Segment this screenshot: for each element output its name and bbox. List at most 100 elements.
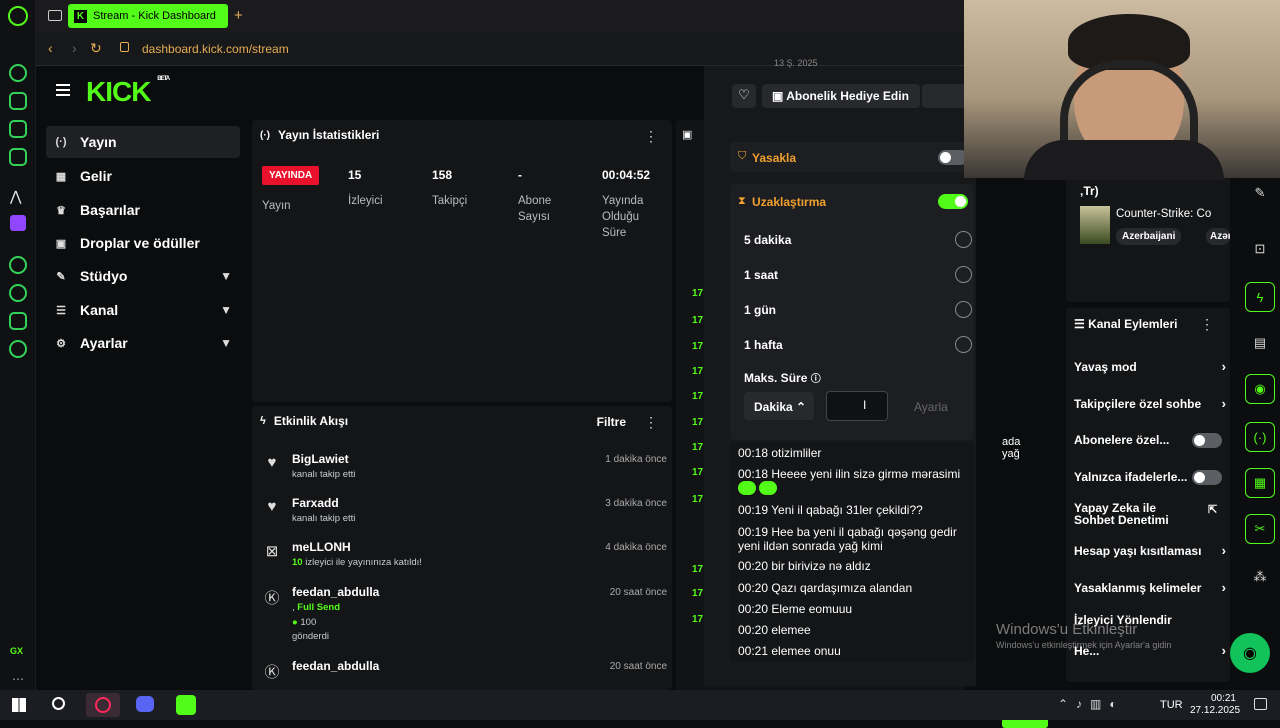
set-button[interactable]: Ayarla [914, 400, 948, 414]
extra-button[interactable] [922, 84, 968, 108]
filter-button[interactable]: Filtre [597, 415, 626, 429]
tab-kick-dashboard[interactable]: K Stream - Kick Dashboard [68, 4, 228, 28]
background-timestamp: 17 [692, 417, 704, 428]
edit-icon[interactable]: ✎ [1245, 178, 1275, 208]
reload-icon[interactable]: ↻ [90, 40, 102, 57]
kick-side-icon[interactable]: ⋀ [10, 188, 21, 205]
subs-label: Abone Sayısı [518, 195, 552, 223]
more-options-icon[interactable]: ⋮ [1200, 316, 1214, 333]
shield-icon: ⛉ [738, 150, 747, 162]
action-banned-words[interactable]: Yasaklanmış kelimeler › [1074, 580, 1226, 595]
address-bar: ‹ › ↻ dashboard.kick.com/stream [36, 32, 966, 66]
action-slow-mode[interactable]: Yavaş mod › [1074, 359, 1226, 374]
duration-option[interactable]: 1 gün [744, 303, 776, 317]
subs-value: - [518, 168, 522, 182]
screenshot-icon[interactable]: ⊡ [1245, 234, 1275, 264]
discord-icon[interactable] [136, 696, 154, 712]
twitch-like-icon[interactable] [9, 120, 27, 138]
windows-start-icon[interactable] [12, 698, 26, 712]
notification-icon[interactable] [1254, 698, 1267, 710]
duration-input[interactable]: I [826, 391, 888, 421]
notes-icon[interactable]: ▤ [1245, 328, 1275, 358]
broadcast-icon[interactable]: (·) [1245, 422, 1275, 452]
action-subs-only[interactable]: Abonelere özel... [1074, 433, 1224, 448]
sidebar-item-kanal[interactable]: ☰ Kanal ▼ [46, 294, 240, 326]
opera-logo-icon[interactable] [8, 6, 28, 26]
radio-button[interactable] [955, 231, 972, 248]
sidebar-item-droplar[interactable]: ▣ Droplar ve ödüller [46, 227, 240, 259]
activity-user[interactable]: feedan_abdulla [292, 585, 379, 599]
speed-dial-icon[interactable] [9, 64, 27, 82]
timeout-toggle[interactable] [938, 194, 968, 209]
radio-button[interactable] [955, 266, 972, 283]
sidebar-item-basarilar[interactable]: ♛ Başarılar [46, 194, 240, 226]
sidebar-item-label: Kanal [80, 302, 119, 318]
help-chat-button[interactable]: ◉ [1230, 633, 1270, 673]
radio-button[interactable] [955, 301, 972, 318]
sidebar-item-gelir[interactable]: ▦ Gelir [46, 160, 240, 192]
more-options-icon[interactable]: ⋮ [644, 414, 658, 431]
chevron-down-icon: ▼ [220, 269, 232, 283]
sidebar-item-studyo[interactable]: ✎ Stüdyo ▼ [46, 260, 240, 292]
activity-user[interactable]: BigLawiet [292, 452, 349, 466]
lightning-icon[interactable]: ϟ [1245, 282, 1275, 312]
tab-title: Stream - Kick Dashboard [93, 10, 216, 22]
tag[interactable]: Azerbaijani [1116, 228, 1182, 245]
favorite-button[interactable]: ♡ [732, 84, 756, 108]
kick-logo[interactable]: KICK BETA [86, 76, 170, 108]
sidebar-item-ayarlar[interactable]: ⚙ Ayarlar ▼ [46, 327, 240, 359]
unit-dropdown[interactable]: Dakika ⌃ [744, 392, 814, 420]
chat-bubble-icon[interactable]: ◉ [1245, 374, 1275, 404]
radio-button[interactable] [955, 336, 972, 353]
action-followers-only[interactable]: Takipçilere özel sohbe › [1074, 396, 1226, 411]
app-icon[interactable] [176, 695, 196, 715]
activity-user[interactable]: feedan_abdulla [292, 659, 379, 673]
subs-only-toggle[interactable] [1192, 433, 1222, 448]
chat-text: Hee ba yeni il qabağı qəşəng gedir yeni … [738, 525, 957, 553]
info-icon[interactable]: ⓘ [811, 374, 821, 385]
bag-icon[interactable] [9, 92, 27, 110]
history-icon[interactable] [9, 284, 27, 302]
extensions-icon[interactable] [9, 312, 27, 330]
action-emotes-only[interactable]: Yalnızca ifadelerle... [1074, 470, 1224, 485]
duration-option[interactable]: 1 saat [744, 268, 778, 282]
back-icon[interactable]: ‹ [48, 40, 53, 56]
more-icon[interactable]: ⋯ [12, 672, 24, 686]
twitch-icon[interactable] [10, 215, 26, 231]
hamburger-menu-icon[interactable] [56, 84, 70, 96]
tab-view-icon[interactable] [48, 10, 62, 21]
search-icon[interactable] [52, 697, 65, 710]
tag[interactable]: Azər [1206, 228, 1230, 245]
sidebar-item-yayin[interactable]: (·) Yayın [46, 126, 240, 158]
tray-icons[interactable]: ⌃♪▥◐ [1058, 697, 1125, 711]
duration-option[interactable]: 5 dakika [744, 233, 791, 247]
lightning-icon: ϟ [260, 415, 266, 427]
action-ai-moderation[interactable]: Yapay Zeka ile Sohbet Denetimi ⇱ [1074, 502, 1217, 526]
category-name[interactable]: Counter-Strike: Co [1116, 208, 1228, 220]
action-account-age[interactable]: Hesap yaşı kısıtlaması › [1074, 543, 1226, 558]
category-thumbnail[interactable] [1080, 206, 1110, 244]
activity-item: Ⓚ feedan_abdulla 20 saat önce [262, 659, 667, 685]
gift-sub-button[interactable]: ▣ Abonelik Hediye Edin [762, 84, 920, 108]
forward-icon[interactable]: › [72, 40, 77, 56]
ban-row[interactable]: ⛉ Yasakla [730, 142, 974, 172]
more-options-icon[interactable]: ⋮ [644, 128, 658, 145]
opera-gx-taskbar-icon[interactable] [86, 693, 120, 717]
url-input[interactable]: dashboard.kick.com/stream [142, 42, 289, 56]
clock[interactable]: 00:21 27.12.2025 [1190, 693, 1240, 717]
new-tab-button[interactable]: + [234, 7, 243, 24]
activity-user[interactable]: meLLONH [292, 540, 351, 554]
messenger-icon[interactable] [9, 148, 27, 166]
activity-text: 10 izleyici ile yayınınıza katıldı! [292, 557, 422, 568]
share-icon[interactable]: ⁂ [1245, 562, 1275, 592]
settings-gear-icon[interactable] [9, 340, 27, 358]
language-indicator[interactable]: TUR [1160, 699, 1183, 711]
emote-icon [759, 481, 778, 495]
layout-icon[interactable]: ▦ [1245, 468, 1275, 498]
player-icon[interactable] [9, 256, 27, 274]
wrench-icon[interactable]: ✂ [1245, 514, 1275, 544]
duration-option[interactable]: 1 hafta [744, 338, 783, 352]
gx-label[interactable]: GX [10, 646, 23, 656]
activity-user[interactable]: Farxadd [292, 496, 339, 510]
emotes-only-toggle[interactable] [1192, 470, 1222, 485]
